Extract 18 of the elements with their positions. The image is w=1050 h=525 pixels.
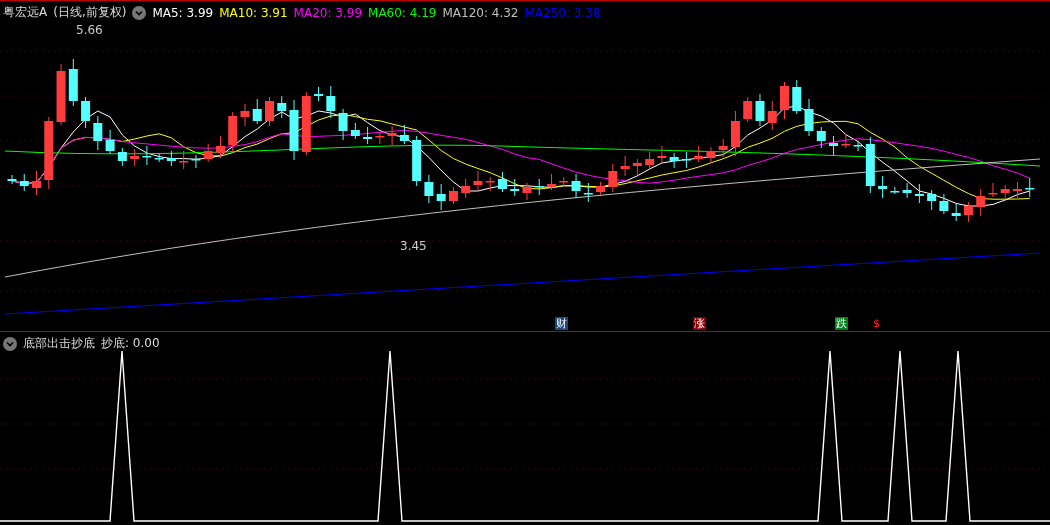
indicator-title: 底部出击抄底 bbox=[23, 335, 95, 352]
dropdown-icon[interactable] bbox=[132, 5, 147, 20]
indicator-value: 抄底: 0.00 bbox=[101, 335, 160, 352]
event-marker[interactable]: 跌 bbox=[835, 317, 848, 330]
event-marker[interactable]: $ bbox=[872, 317, 881, 330]
stock-title: 粤宏远A bbox=[3, 4, 48, 21]
dropdown-icon[interactable] bbox=[3, 336, 17, 351]
moving-average-label: MA10: 3.91 bbox=[219, 5, 288, 20]
chart-period: (日线,前复权) bbox=[53, 4, 127, 21]
moving-average-label: MA250: 3.38 bbox=[524, 5, 601, 20]
moving-average-label: MA20: 3.99 bbox=[293, 5, 363, 20]
moving-average-label: MA120: 4.32 bbox=[442, 5, 519, 20]
high-price-label: 5.66 bbox=[76, 23, 103, 37]
moving-average-label: MA60: 4.19 bbox=[368, 5, 437, 20]
event-marker[interactable]: 财 bbox=[555, 317, 568, 330]
low-price-label: 3.45 bbox=[400, 239, 427, 253]
event-marker[interactable]: 涨 bbox=[693, 317, 706, 330]
moving-average-label: MA5: 3.99 bbox=[152, 5, 214, 20]
